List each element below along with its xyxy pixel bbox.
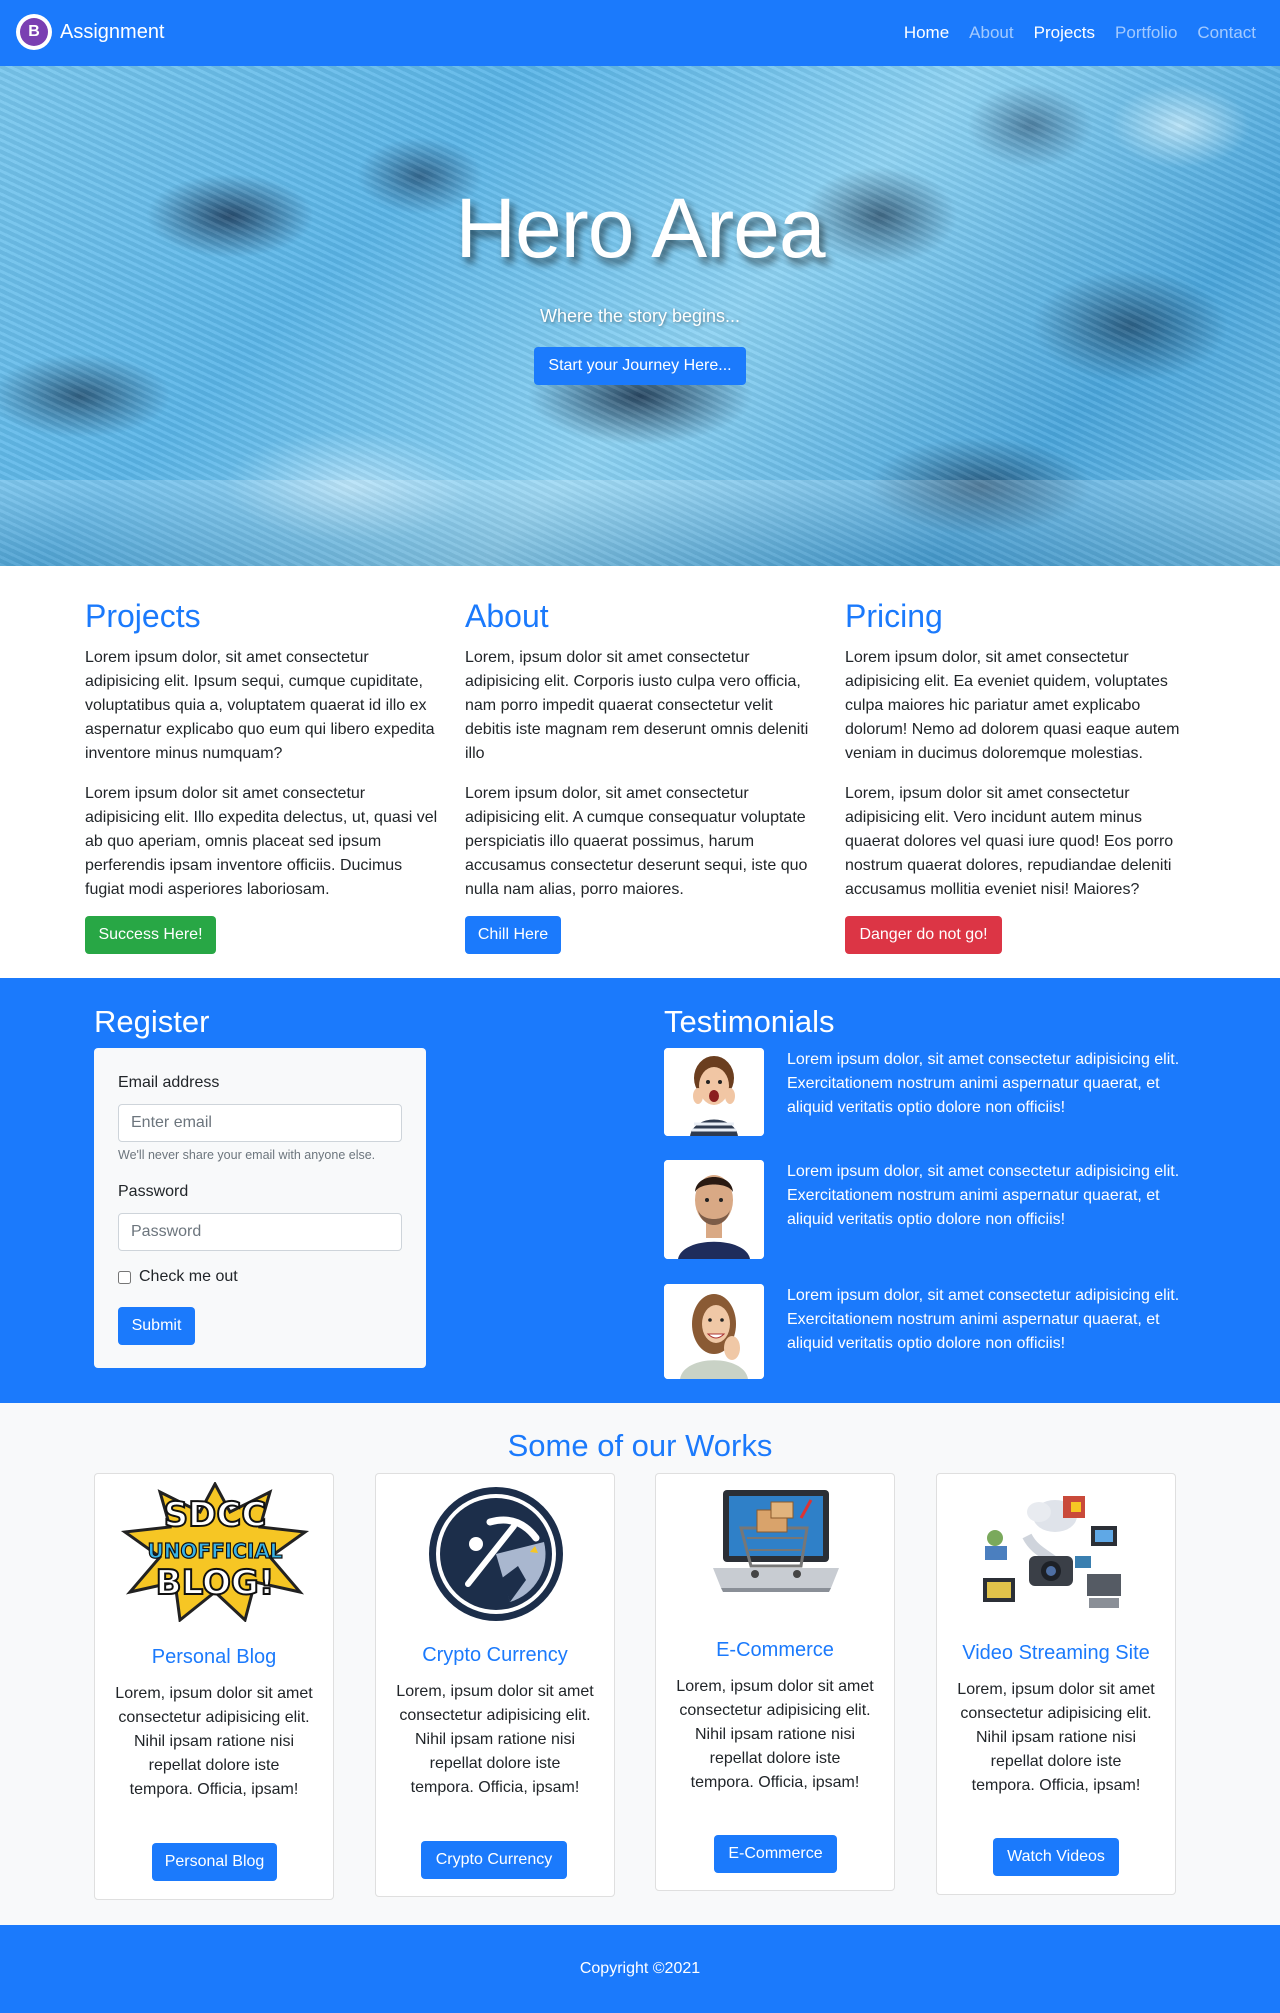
card-title-crypto-currency: Crypto Currency [422,1644,568,1666]
hero-subtitle: Where the story begins... [539,306,741,326]
projects-column: Projects Lorem ipsum dolor, sit amet con… [85,596,440,902]
crypto-pickaxe-logo-icon [429,1487,563,1621]
sdcc-blog-logo-icon: SDCC UNOFFICIAL BLOG! [120,1482,310,1622]
check-me-out-checkbox-row[interactable]: Check me out [118,1268,238,1286]
card-text-crypto-currency: Lorem, ipsum dolor sit amet consectetur … [396,1683,594,1796]
footer: Copyright ©2021 [0,1925,1280,2013]
man-portrait-photo [664,1160,764,1259]
nav-link-about[interactable]: About [969,23,1013,43]
about-heading: About [465,598,549,634]
projects-paragraph-2: Lorem ipsum dolor sit amet consectetur a… [85,785,438,898]
excited-woman-photo [664,1048,764,1136]
projects-paragraph-1: Lorem ipsum dolor, sit amet consectetur … [85,649,435,762]
nav-link-contact[interactable]: Contact [1197,23,1256,43]
nav-link-projects[interactable]: Projects [1034,23,1095,43]
email-help-text: We'll never share your email with anyone… [118,1148,376,1162]
pricing-heading: Pricing [845,598,943,634]
email-label: Email address [118,1074,220,1091]
blog-logo-text: BLOG! [156,1563,275,1603]
brand-logo-letter: B [20,18,48,46]
register-heading: Register [94,1004,210,1039]
testimonial-text-2: Lorem ipsum dolor, sit amet consectetur … [787,1163,1180,1228]
projects-heading: Projects [85,598,201,634]
about-paragraph-1: Lorem, ipsum dolor sit amet consectetur … [465,649,809,762]
navbar: B Assignment Home About Projects Portfol… [0,0,1280,66]
nav-link-home[interactable]: Home [904,23,949,43]
hero-cta-button[interactable]: Start your Journey Here... [534,347,746,385]
hero-title: Hero Area [455,181,825,275]
watch-videos-button[interactable]: Watch Videos [993,1838,1119,1876]
smiling-woman-photo [664,1284,764,1379]
hero-background-band [0,480,1280,566]
card-title-personal-blog: Personal Blog [151,1646,277,1668]
danger-button[interactable]: Danger do not go! [845,916,1002,954]
about-paragraph-2: Lorem ipsum dolor, sit amet consectetur … [465,785,808,898]
unofficial-logo-text: UNOFFICIAL [147,1539,282,1563]
hero-section: Hero Area Where the story begins... Star… [0,66,1280,566]
testimonial-avatar-3 [664,1284,764,1379]
password-field[interactable] [118,1213,402,1251]
card-text-personal-blog: Lorem, ipsum dolor sit amet consectetur … [115,1685,313,1798]
works-heading: Some of our Works [507,1428,773,1463]
submit-button[interactable]: Submit [118,1307,195,1345]
register-form: Email address We'll never share your ema… [94,1048,426,1368]
password-label: Password [118,1183,189,1200]
media-devices-icon [983,1496,1121,1608]
chill-button[interactable]: Chill Here [465,916,561,954]
success-button[interactable]: Success Here! [85,916,216,954]
testimonial-text-3: Lorem ipsum dolor, sit amet consectetur … [787,1287,1180,1352]
brand-name: Assignment [60,20,165,43]
work-card-crypto-currency: Crypto Currency Lorem, ipsum dolor sit a… [375,1473,615,1897]
email-field[interactable] [118,1104,402,1142]
card-text-e-commerce: Lorem, ipsum dolor sit amet consectetur … [676,1678,874,1791]
check-me-out-checkbox[interactable] [118,1270,131,1284]
pricing-paragraph-1: Lorem ipsum dolor, sit amet consectetur … [845,649,1180,762]
pricing-column: Pricing Lorem ipsum dolor, sit amet cons… [845,596,1200,902]
testimonial-text-1: Lorem ipsum dolor, sit amet consectetur … [787,1051,1180,1116]
nav-links: Home About Projects Portfolio Contact [904,0,1256,66]
bootstrap-logo-icon: B [16,14,52,50]
work-card-e-commerce: E-Commerce Lorem, ipsum dolor sit amet c… [655,1473,895,1891]
testimonial-avatar-2 [664,1160,764,1259]
work-card-video-streaming: Video Streaming Site Lorem, ipsum dolor … [936,1473,1176,1895]
card-text-video-streaming: Lorem, ipsum dolor sit amet consectetur … [957,1681,1155,1794]
card-title-e-commerce: E-Commerce [716,1639,834,1661]
testimonials-heading: Testimonials [664,1004,835,1039]
navbar-brand[interactable]: B Assignment [16,14,165,50]
crypto-currency-button[interactable]: Crypto Currency [421,1841,567,1879]
card-title-video-streaming: Video Streaming Site [962,1642,1150,1664]
pricing-paragraph-2: Lorem, ipsum dolor sit amet consectetur … [845,785,1174,898]
work-card-personal-blog: SDCC UNOFFICIAL BLOG! Personal Blog Lore… [94,1473,334,1900]
about-column: About Lorem, ipsum dolor sit amet consec… [465,596,820,902]
copyright-text: Copyright ©2021 [579,1960,701,1977]
laptop-shopping-cart-icon [713,1490,839,1592]
e-commerce-button[interactable]: E-Commerce [714,1835,837,1873]
sdcc-logo-text: SDCC [164,1495,267,1535]
check-me-out-label: Check me out [139,1268,238,1285]
testimonial-avatar-1 [664,1048,764,1136]
personal-blog-button[interactable]: Personal Blog [152,1843,277,1881]
nav-link-portfolio[interactable]: Portfolio [1115,23,1177,43]
